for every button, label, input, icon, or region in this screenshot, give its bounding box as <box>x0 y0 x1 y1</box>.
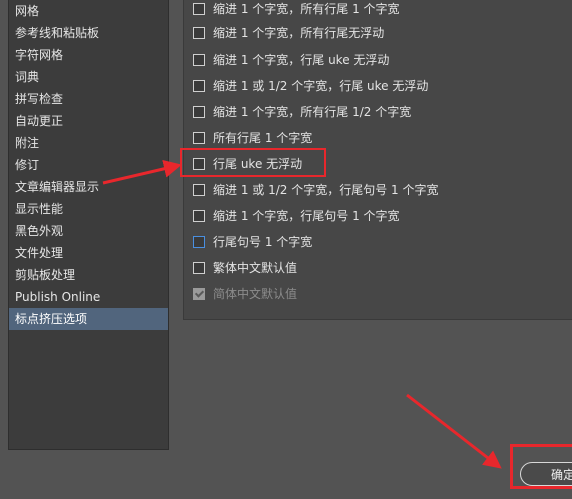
annotation-arrow-to-option <box>102 159 182 185</box>
annotation-arrows <box>102 159 502 469</box>
annotation-arrow-to-ok <box>406 393 502 469</box>
